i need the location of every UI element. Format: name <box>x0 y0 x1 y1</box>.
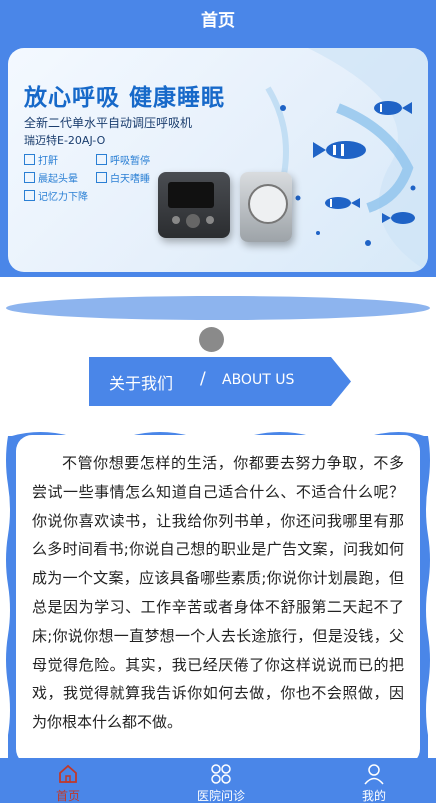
check-icon <box>96 154 107 165</box>
banner-feature: 呼吸暂停 <box>96 152 150 167</box>
carousel-indicator-bar <box>6 296 430 320</box>
banner-feature: 白天嗜睡 <box>96 170 150 185</box>
device-image <box>158 172 230 238</box>
fish-icon <box>313 141 366 159</box>
about-title-en: ABOUT US <box>222 372 295 388</box>
banner-image[interactable]: 放心呼吸 健康睡眠 全新二代单水平自动调压呼吸机 瑞迈特E-20AJ-O 打鼾 … <box>8 48 428 272</box>
home-icon <box>59 764 77 783</box>
user-icon <box>364 764 384 785</box>
check-icon <box>24 172 35 183</box>
check-icon <box>24 190 35 201</box>
banner-headline: 放心呼吸 健康睡眠 <box>24 85 226 111</box>
about-title-cn: 关于我们 <box>109 374 174 393</box>
carousel-dot[interactable] <box>199 327 224 352</box>
nav-label-home: 首页 <box>55 789 80 803</box>
banner-subtitle: 全新二代单水平自动调压呼吸机 <box>24 116 193 130</box>
banner-feature: 记忆力下降 <box>24 188 88 203</box>
page-header: 首页 <box>0 0 436 45</box>
about-paragraph: 不管你想要怎样的生活，你都要去努力争取，不多尝试一些事情怎么知道自己适合什么、不… <box>32 454 404 732</box>
nav-label-hospital-consult: 医院问诊 <box>196 789 245 803</box>
banner-carousel[interactable]: 放心呼吸 健康睡眠 全新二代单水平自动调压呼吸机 瑞迈特E-20AJ-O 打鼾 … <box>0 45 436 277</box>
nav-item-profile[interactable]: 我的 <box>324 758 424 803</box>
about-separator: / <box>200 369 206 389</box>
bottom-navigation: 首页 医院问诊 我的 <box>0 758 436 803</box>
nav-item-hospital-consult[interactable]: 医院问诊 <box>168 758 274 803</box>
check-icon <box>96 172 107 183</box>
nav-item-home[interactable]: 首页 <box>18 758 118 803</box>
content-card: 不管你想要怎样的生活，你都要去努力争取，不多尝试一些事情怎么知道自己适合什么、不… <box>16 435 420 765</box>
grid-icon <box>211 764 231 784</box>
about-us-heading: 关于我们 / ABOUT US <box>89 357 351 406</box>
page-title: 首页 <box>201 11 235 31</box>
nav-label-profile: 我的 <box>361 789 386 803</box>
device-image <box>240 172 292 242</box>
check-icon <box>24 154 35 165</box>
banner-feature: 打鼾 <box>24 152 58 167</box>
about-content-section: 不管你想要怎样的生活，你都要去努力争取，不多尝试一些事情怎么知道自己适合什么、不… <box>0 430 436 765</box>
banner-model: 瑞迈特E-20AJ-O <box>24 134 106 147</box>
banner-feature: 晨起头晕 <box>24 170 78 185</box>
